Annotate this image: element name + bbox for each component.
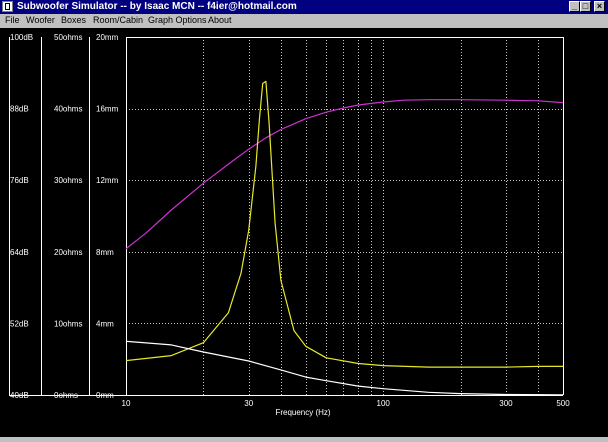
app-window: Subwoofer Simulator -- by Isaac MCN -- f… bbox=[0, 0, 608, 437]
minimize-button[interactable]: _ bbox=[569, 1, 580, 12]
x-axis-title: Frequency (Hz) bbox=[275, 408, 330, 417]
mm-tick-label: 0mm bbox=[96, 391, 114, 400]
curves bbox=[125, 80, 564, 396]
mm-tick-label: 20mm bbox=[96, 33, 119, 42]
ohm-tick-label: 50ohms bbox=[54, 33, 82, 42]
x-tick-label: 100 bbox=[377, 399, 391, 408]
menu-file[interactable]: File bbox=[5, 14, 20, 27]
excursion-curve bbox=[125, 340, 564, 396]
db-tick-label: 40dB bbox=[10, 391, 29, 400]
maximize-button[interactable]: □ bbox=[580, 1, 591, 12]
axis-lines bbox=[9, 37, 564, 396]
menu-woofer[interactable]: Woofer bbox=[26, 14, 55, 27]
grid bbox=[126, 37, 563, 395]
ohm-tick-label: 30ohms bbox=[54, 176, 82, 185]
db-tick-label: 64dB bbox=[10, 248, 29, 257]
menu-bar: File Woofer Boxes Room/Cabin Graph Optio… bbox=[0, 14, 608, 27]
y-axis-labels: 100dB 88dB 76dB 64dB 52dB 40dB 50ohms 40ohms 30o… bbox=[10, 33, 119, 400]
db-tick-label: 88dB bbox=[10, 105, 29, 114]
db-tick-label: 52dB bbox=[10, 319, 29, 328]
menu-about[interactable]: About bbox=[208, 14, 232, 27]
x-tick-label: 300 bbox=[499, 399, 513, 408]
close-button[interactable]: × bbox=[594, 1, 605, 12]
app-icon[interactable] bbox=[2, 1, 13, 12]
db-tick-label: 76dB bbox=[10, 176, 29, 185]
graph-area: 100dB 88dB 76dB 64dB 52dB 40dB 50ohms 40ohms 30o… bbox=[0, 28, 608, 437]
mm-tick-label: 16mm bbox=[96, 105, 119, 114]
x-tick-label: 10 bbox=[122, 399, 131, 408]
window-title: Subwoofer Simulator -- by Isaac MCN -- f… bbox=[17, 1, 297, 12]
impedance-curve bbox=[125, 80, 563, 368]
mm-tick-label: 12mm bbox=[96, 176, 119, 185]
frequency-response-chart: 100dB 88dB 76dB 64dB 52dB 40dB 50ohms 40ohms 30o… bbox=[9, 33, 571, 417]
db-tick-label: 100dB bbox=[10, 33, 33, 42]
x-axis-labels: 10 30 100 300 500 bbox=[122, 399, 571, 408]
ohm-tick-label: 20ohms bbox=[54, 248, 82, 257]
mm-tick-label: 8mm bbox=[96, 248, 114, 257]
x-tick-label: 500 bbox=[556, 399, 570, 408]
menu-room-cabin[interactable]: Room/Cabin bbox=[93, 14, 143, 27]
mm-tick-label: 4mm bbox=[96, 319, 114, 328]
ohm-tick-label: 40ohms bbox=[54, 105, 82, 114]
x-tick-label: 30 bbox=[244, 399, 253, 408]
ohm-tick-label: 10ohms bbox=[54, 319, 82, 328]
menu-boxes[interactable]: Boxes bbox=[61, 14, 86, 27]
spl-curve bbox=[125, 99, 564, 250]
ohm-tick-label: 0ohms bbox=[54, 391, 78, 400]
menu-graph-options[interactable]: Graph Options bbox=[148, 14, 207, 27]
title-bar[interactable]: Subwoofer Simulator -- by Isaac MCN -- f… bbox=[0, 0, 608, 14]
